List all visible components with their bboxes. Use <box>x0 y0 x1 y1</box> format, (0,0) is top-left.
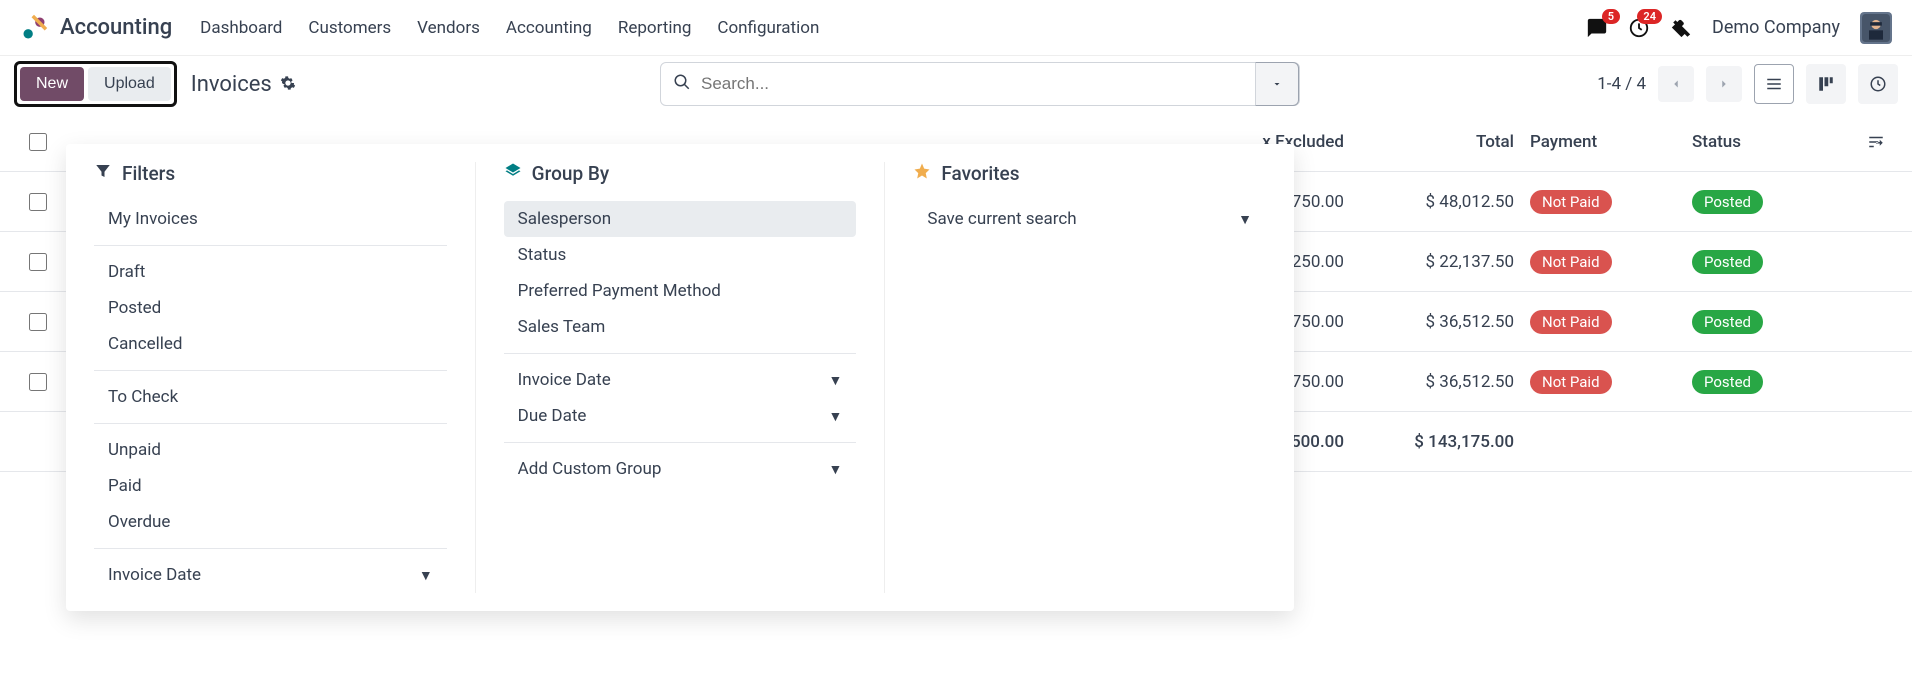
search-input[interactable] <box>701 74 1287 94</box>
brand[interactable]: Accounting <box>20 14 172 42</box>
status-badge: Posted <box>1692 190 1763 214</box>
filter-unpaid[interactable]: Unpaid <box>94 432 447 468</box>
company-name[interactable]: Demo Company <box>1712 17 1840 38</box>
select-all-checkbox[interactable] <box>29 133 47 151</box>
groupby-due-date[interactable]: Due Date ▼ <box>504 398 857 434</box>
footer-total: $ 143,175.00 <box>1344 432 1514 452</box>
payment-badge: Not Paid <box>1530 190 1612 214</box>
filter-invoice-date-label: Invoice Date <box>108 565 201 585</box>
chevron-down-icon: ▼ <box>1238 211 1252 228</box>
groupby-salesperson[interactable]: Salesperson <box>504 201 857 237</box>
search-dropdown-toggle[interactable] <box>1255 62 1299 106</box>
new-button[interactable]: New <box>20 67 84 101</box>
filter-posted[interactable]: Posted <box>94 290 447 326</box>
filter-invoice-date[interactable]: Invoice Date ▼ <box>94 557 447 593</box>
filters-title: Filters <box>122 162 175 185</box>
pager-prev-button[interactable] <box>1658 66 1694 102</box>
filter-cancelled[interactable]: Cancelled <box>94 326 447 362</box>
tools-icon[interactable] <box>1670 17 1692 39</box>
search-box[interactable] <box>660 62 1300 106</box>
activities-badge: 24 <box>1637 9 1662 24</box>
row-checkbox[interactable] <box>29 373 47 391</box>
star-icon <box>913 162 931 185</box>
search-options-panel: Filters My Invoices Draft Posted Cancell… <box>66 144 1294 611</box>
favorites-title: Favorites <box>941 162 1019 185</box>
row-checkbox[interactable] <box>29 193 47 211</box>
favorite-save-search-label: Save current search <box>927 209 1076 229</box>
nav-accounting[interactable]: Accounting <box>506 18 592 38</box>
gear-icon[interactable] <box>280 72 296 97</box>
status-badge: Posted <box>1692 250 1763 274</box>
filter-my-invoices[interactable]: My Invoices <box>94 201 447 237</box>
search-icon <box>673 73 691 95</box>
upload-button[interactable]: Upload <box>88 67 171 101</box>
pager-next-button[interactable] <box>1706 66 1742 102</box>
nav-configuration[interactable]: Configuration <box>717 18 819 38</box>
funnel-icon <box>94 162 112 185</box>
pager-text: 1-4 / 4 <box>1597 74 1646 94</box>
cell-total: $ 36,512.50 <box>1344 312 1514 332</box>
nav-links: Dashboard Customers Vendors Accounting R… <box>200 18 819 38</box>
groupby-invoice-date-label: Invoice Date <box>518 370 611 390</box>
filter-draft[interactable]: Draft <box>94 254 447 290</box>
action-bar: New Upload Invoices 1-4 / 4 <box>0 56 1912 112</box>
app-title: Accounting <box>60 15 172 40</box>
cell-total: $ 22,137.50 <box>1344 252 1514 272</box>
nav-customers[interactable]: Customers <box>308 18 391 38</box>
breadcrumb: Invoices <box>191 72 296 97</box>
payment-badge: Not Paid <box>1530 250 1612 274</box>
chevron-down-icon: ▼ <box>828 408 842 425</box>
user-avatar[interactable] <box>1860 12 1892 44</box>
col-payment[interactable]: Payment <box>1514 132 1684 152</box>
cell-total: $ 48,012.50 <box>1344 192 1514 212</box>
chevron-down-icon: ▼ <box>419 567 433 584</box>
groupby-title: Group By <box>532 162 609 185</box>
activities-icon[interactable]: 24 <box>1628 17 1650 39</box>
groupby-add-custom-label: Add Custom Group <box>518 459 662 479</box>
filter-overdue[interactable]: Overdue <box>94 504 447 540</box>
cell-total: $ 36,512.50 <box>1344 372 1514 392</box>
groupby-due-date-label: Due Date <box>518 406 587 426</box>
groupby-invoice-date[interactable]: Invoice Date ▼ <box>504 362 857 398</box>
messages-badge: 5 <box>1602 9 1620 24</box>
adjust-columns-icon[interactable] <box>1854 133 1898 151</box>
kanban-view-button[interactable] <box>1806 64 1846 104</box>
status-badge: Posted <box>1692 310 1763 334</box>
breadcrumb-text: Invoices <box>191 72 272 97</box>
groupby-column: Group By Salesperson Status Preferred Pa… <box>475 162 885 593</box>
nav-dashboard[interactable]: Dashboard <box>200 18 282 38</box>
filter-to-check[interactable]: To Check <box>94 379 447 415</box>
row-checkbox[interactable] <box>29 253 47 271</box>
col-status[interactable]: Status <box>1684 132 1854 152</box>
chevron-down-icon: ▼ <box>828 461 842 478</box>
list-view-button[interactable] <box>1754 64 1794 104</box>
filters-column: Filters My Invoices Draft Posted Cancell… <box>66 162 475 593</box>
groupby-payment-method[interactable]: Preferred Payment Method <box>504 273 857 309</box>
filter-paid[interactable]: Paid <box>94 468 447 504</box>
groupby-sales-team[interactable]: Sales Team <box>504 309 857 345</box>
payment-badge: Not Paid <box>1530 310 1612 334</box>
favorite-save-search[interactable]: Save current search ▼ <box>913 201 1266 237</box>
status-badge: Posted <box>1692 370 1763 394</box>
nav-reporting[interactable]: Reporting <box>618 18 692 38</box>
payment-badge: Not Paid <box>1530 370 1612 394</box>
app-logo-icon <box>20 14 48 42</box>
new-upload-group: New Upload <box>14 61 177 107</box>
layers-icon <box>504 162 522 185</box>
top-nav: Accounting Dashboard Customers Vendors A… <box>0 0 1912 56</box>
favorites-column: Favorites Save current search ▼ <box>884 162 1294 593</box>
groupby-status[interactable]: Status <box>504 237 857 273</box>
groupby-add-custom[interactable]: Add Custom Group ▼ <box>504 451 857 487</box>
chevron-down-icon: ▼ <box>828 372 842 389</box>
activity-view-button[interactable] <box>1858 64 1898 104</box>
col-total[interactable]: Total <box>1344 132 1514 152</box>
messages-icon[interactable]: 5 <box>1586 17 1608 39</box>
row-checkbox[interactable] <box>29 313 47 331</box>
nav-vendors[interactable]: Vendors <box>417 18 480 38</box>
